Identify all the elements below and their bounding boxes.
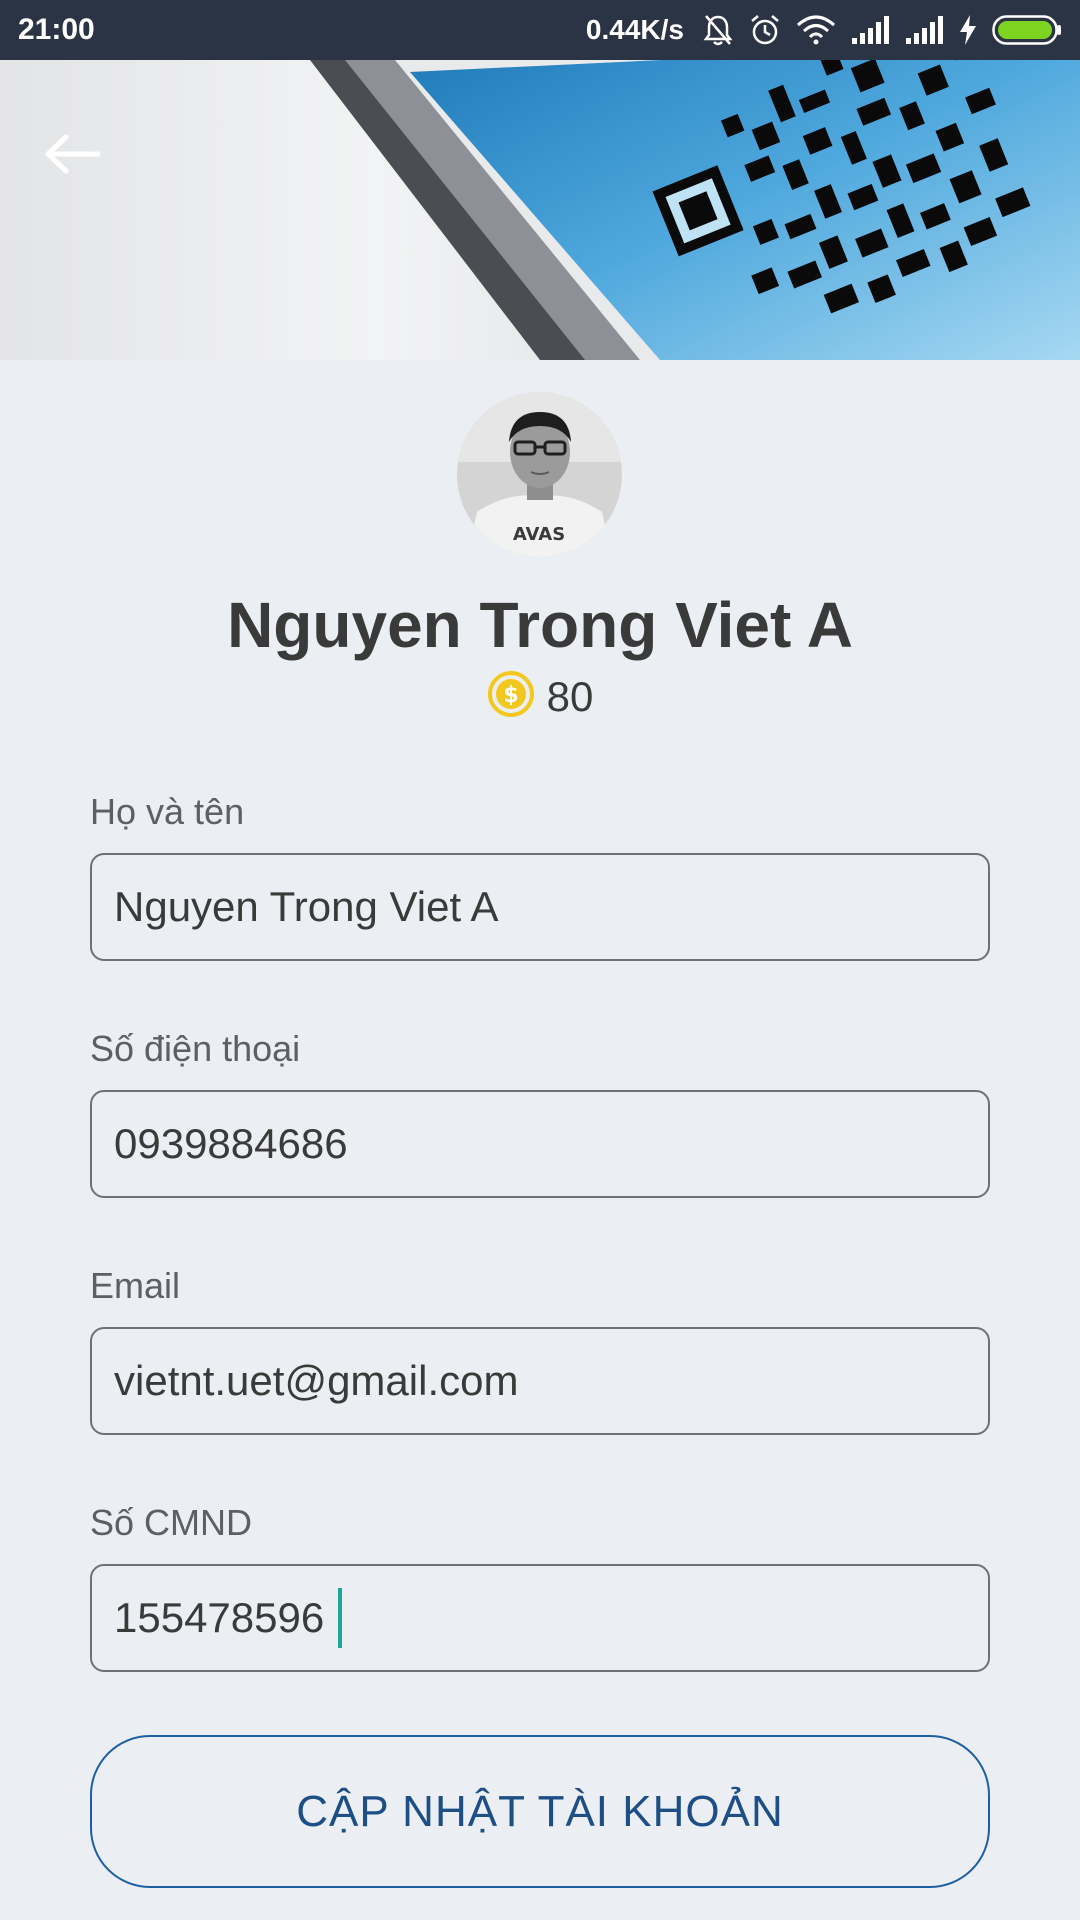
- text-cursor: [338, 1588, 342, 1648]
- id-number-input[interactable]: [90, 1564, 990, 1672]
- email-label: Email: [90, 1265, 181, 1306]
- svg-text:AVAS: AVAS: [513, 524, 565, 545]
- update-account-button[interactable]: CẬP NHẬT TÀI KHOẢN: [90, 1735, 990, 1888]
- arrow-left-icon: [42, 134, 102, 179]
- phone-input[interactable]: [90, 1090, 990, 1198]
- signal-icon: [850, 16, 890, 44]
- full-name-input[interactable]: [90, 853, 990, 961]
- charging-icon: [958, 14, 978, 46]
- back-button[interactable]: [36, 120, 108, 192]
- coin-balance: $ 80: [0, 670, 1080, 723]
- svg-text:$: $: [503, 683, 518, 708]
- header-banner: [0, 60, 1080, 360]
- profile-name: Nguyen Trong Viet A: [227, 589, 853, 661]
- phone-label: Số điện thoại: [90, 1028, 301, 1069]
- alarm-icon: [748, 13, 782, 47]
- status-icons: 0.44K/s: [586, 13, 1062, 47]
- status-time: 21:00: [18, 13, 95, 46]
- battery-icon: [992, 15, 1062, 45]
- avatar[interactable]: AVAS: [457, 392, 622, 557]
- coin-count: 80: [546, 672, 594, 720]
- qr-code-banner-image: [0, 60, 1080, 360]
- id-number-label: Số CMND: [90, 1502, 253, 1543]
- status-bar: 21:00 0.44K/s: [0, 0, 1080, 60]
- dollar-coin-icon: $: [487, 670, 535, 723]
- mute-bell-icon: [702, 13, 734, 47]
- signal-icon: [904, 16, 944, 44]
- wifi-icon: [796, 15, 836, 45]
- email-input[interactable]: [90, 1327, 990, 1435]
- network-speed: 0.44K/s: [585, 14, 684, 45]
- full-name-label: Họ và tên: [90, 791, 245, 832]
